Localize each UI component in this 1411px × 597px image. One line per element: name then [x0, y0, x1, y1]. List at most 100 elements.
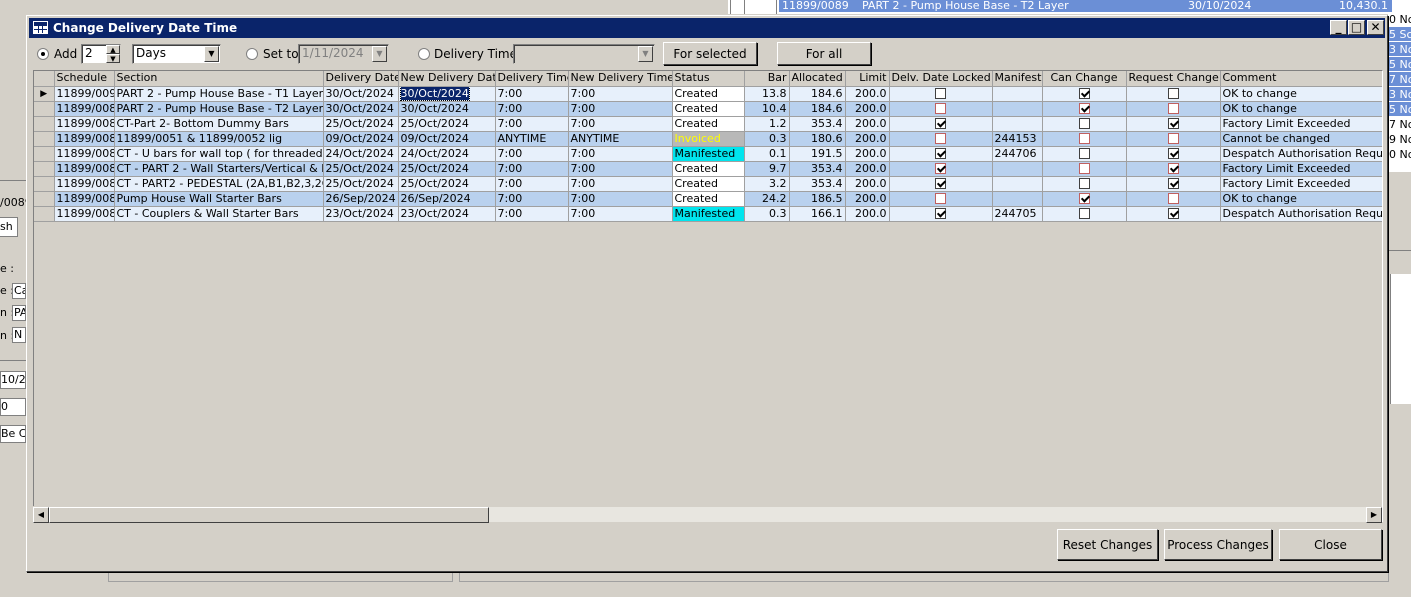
new-delivery-time-cell[interactable]: 7:00 — [568, 116, 673, 132]
close-button[interactable]: Close — [1279, 529, 1382, 560]
table-row[interactable]: 11899/0088CT-Part 2- Bottom Dummy Bars25… — [34, 116, 1382, 132]
delv-date-locked-checkbox[interactable] — [935, 193, 946, 204]
new-delivery-date-cell[interactable]: 25/Oct/2024 — [398, 161, 496, 177]
minimize-button[interactable]: _ — [1330, 20, 1347, 35]
title-bar[interactable]: Change Delivery Date Time _ □ ✕ — [29, 18, 1385, 38]
background-field[interactable]: N — [12, 327, 26, 343]
column-header[interactable]: Delivery Date — [323, 71, 399, 87]
background-field[interactable]: PA — [12, 305, 26, 321]
scroll-left-icon[interactable]: ◀ — [33, 507, 49, 523]
maximize-button[interactable]: □ — [1348, 20, 1365, 35]
current-row-arrow-icon[interactable]: ▶ — [34, 86, 55, 102]
delv-date-locked-checkbox[interactable] — [935, 103, 946, 114]
delivery-time-radio[interactable] — [418, 48, 430, 60]
close-window-button[interactable]: ✕ — [1367, 20, 1384, 35]
for-selected-button[interactable]: For selected — [663, 42, 757, 65]
can-change-checkbox[interactable] — [1078, 118, 1090, 129]
request-change-checkbox[interactable] — [1167, 88, 1179, 99]
delv-date-locked-checkbox[interactable] — [935, 163, 946, 174]
column-header[interactable]: New Delivery Date — [398, 71, 496, 87]
new-delivery-date-cell[interactable]: 25/Oct/2024 — [398, 176, 496, 192]
new-delivery-time-cell[interactable]: 7:00 — [568, 101, 673, 117]
background-field[interactable]: Be Co — [0, 425, 26, 443]
process-changes-button[interactable]: Process Changes — [1164, 529, 1272, 560]
column-header[interactable]: Limit — [845, 71, 890, 87]
can-change-checkbox[interactable] — [1078, 103, 1090, 114]
new-delivery-date-cell[interactable]: 26/Sep/2024 — [398, 191, 496, 207]
delv-date-locked-checkbox[interactable] — [935, 148, 946, 159]
table-row[interactable]: ▶11899/0090PART 2 - Pump House Base - T1… — [34, 86, 1382, 102]
background-number-field[interactable]: 0 — [0, 398, 26, 416]
new-delivery-date-cell[interactable]: 23/Oct/2024 — [398, 206, 496, 222]
new-delivery-time-cell[interactable]: 7:00 — [568, 191, 673, 207]
column-header[interactable]: Status — [672, 71, 745, 87]
can-change-checkbox[interactable] — [1078, 208, 1090, 219]
can-change-checkbox[interactable] — [1078, 163, 1090, 174]
new-delivery-time-cell[interactable]: 7:00 — [568, 146, 673, 162]
new-delivery-date-cell[interactable]: 30/Oct/2024 — [398, 86, 496, 102]
column-header[interactable]: Can Change — [1042, 71, 1127, 87]
column-header[interactable]: Bar — [744, 71, 790, 87]
column-header[interactable]: New Delivery Time — [568, 71, 673, 87]
row-indicator[interactable] — [34, 161, 55, 177]
new-delivery-time-cell[interactable]: 7:00 — [568, 206, 673, 222]
column-header[interactable]: Schedule — [54, 71, 115, 87]
for-all-button[interactable]: For all — [777, 42, 871, 65]
chevron-down-icon[interactable]: ▼ — [204, 46, 219, 62]
chevron-down-icon[interactable]: ▼ — [638, 46, 653, 62]
set-to-radio[interactable] — [246, 48, 258, 60]
new-delivery-time-cell[interactable]: 7:00 — [568, 161, 673, 177]
request-change-checkbox[interactable] — [1167, 193, 1179, 204]
row-indicator[interactable] — [34, 191, 55, 207]
scroll-right-icon[interactable]: ▶ — [1366, 507, 1382, 523]
reset-changes-button[interactable]: Reset Changes — [1057, 529, 1158, 560]
spin-up-button[interactable]: ▲ — [106, 45, 120, 54]
delv-date-locked-checkbox[interactable] — [935, 178, 946, 189]
table-row[interactable]: 11899/0083Pump House Wall Starter Bars26… — [34, 191, 1382, 207]
row-indicator[interactable] — [34, 206, 55, 222]
column-header[interactable]: Comment — [1220, 71, 1382, 87]
background-date-field[interactable]: 10/20 — [0, 371, 26, 389]
table-row[interactable]: 11899/0086CT - U bars for wall top ( for… — [34, 146, 1382, 162]
horizontal-scrollbar[interactable]: ◀ ▶ — [33, 506, 1382, 523]
spin-down-button[interactable]: ▼ — [106, 54, 120, 63]
selected-cell-text[interactable]: 30/Oct/2024 — [399, 86, 470, 100]
delv-date-locked-checkbox[interactable] — [935, 88, 946, 99]
scroll-thumb[interactable] — [49, 507, 489, 523]
row-indicator[interactable] — [34, 116, 55, 132]
table-row[interactable]: 11899/0085CT - PART 2 - Wall Starters/Ve… — [34, 161, 1382, 177]
request-change-checkbox[interactable] — [1167, 208, 1179, 219]
table-row[interactable]: 11899/008711899/0051 & 11899/0052 lig09/… — [34, 131, 1382, 147]
column-header[interactable]: Allocated — [789, 71, 846, 87]
request-change-checkbox[interactable] — [1167, 103, 1179, 114]
table-row[interactable]: 11899/0082CT - Couplers & Wall Starter B… — [34, 206, 1382, 222]
request-change-checkbox[interactable] — [1167, 118, 1179, 129]
request-change-checkbox[interactable] — [1167, 163, 1179, 174]
set-to-date-input[interactable]: 1/11/2024 ▼ — [298, 44, 389, 64]
row-indicator[interactable] — [34, 131, 55, 147]
unit-select[interactable]: Days ▼ — [132, 44, 221, 64]
can-change-checkbox[interactable] — [1078, 133, 1090, 144]
background-tab[interactable]: sh — [0, 217, 18, 237]
table-row[interactable]: 11899/0084CT - PART2 - PEDESTAL (2A,B1,B… — [34, 176, 1382, 192]
can-change-checkbox[interactable] — [1078, 148, 1090, 159]
column-header[interactable]: Delv. Date Locked — [889, 71, 993, 87]
can-change-checkbox[interactable] — [1078, 193, 1090, 204]
delv-date-locked-checkbox[interactable] — [935, 208, 946, 219]
row-indicator[interactable] — [34, 176, 55, 192]
request-change-checkbox[interactable] — [1167, 133, 1179, 144]
delv-date-locked-checkbox[interactable] — [935, 133, 946, 144]
row-indicator[interactable] — [34, 101, 55, 117]
column-header[interactable]: Section — [114, 71, 324, 87]
chevron-down-icon[interactable]: ▼ — [372, 46, 387, 62]
delivery-time-select[interactable]: ▼ — [513, 44, 655, 64]
new-delivery-date-cell[interactable]: 25/Oct/2024 — [398, 116, 496, 132]
new-delivery-time-cell[interactable]: 7:00 — [568, 176, 673, 192]
request-change-checkbox[interactable] — [1167, 178, 1179, 189]
request-change-checkbox[interactable] — [1167, 148, 1179, 159]
can-change-checkbox[interactable] — [1078, 88, 1090, 99]
new-delivery-date-cell[interactable]: 09/Oct/2024 — [398, 131, 496, 147]
can-change-checkbox[interactable] — [1078, 178, 1090, 189]
table-row[interactable]: 11899/0089PART 2 - Pump House Base - T2 … — [34, 101, 1382, 117]
new-delivery-date-cell[interactable]: 24/Oct/2024 — [398, 146, 496, 162]
